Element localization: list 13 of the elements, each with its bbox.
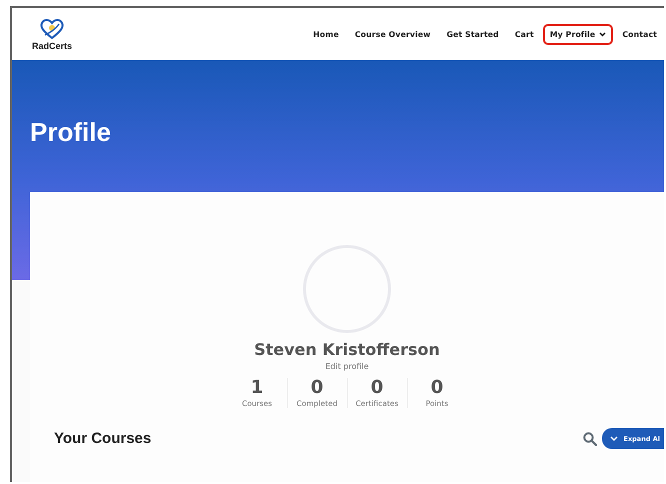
page-title: Profile xyxy=(30,116,112,148)
stat-value: 0 xyxy=(310,378,324,398)
logo-text[interactable]: RadCerts xyxy=(32,40,72,50)
logo-icon xyxy=(39,18,65,40)
section-heading: Your Courses xyxy=(54,430,152,447)
edit-profile-link[interactable]: Edit profile xyxy=(325,362,369,371)
user-name: Steven Kristofferson xyxy=(254,340,440,359)
stat-value: 1 xyxy=(250,378,264,398)
caret-icon xyxy=(599,32,606,36)
stat-value: 0 xyxy=(430,378,444,398)
search-icon[interactable] xyxy=(582,432,597,446)
chevron-icon xyxy=(610,436,618,442)
stat-value: 0 xyxy=(370,378,384,398)
